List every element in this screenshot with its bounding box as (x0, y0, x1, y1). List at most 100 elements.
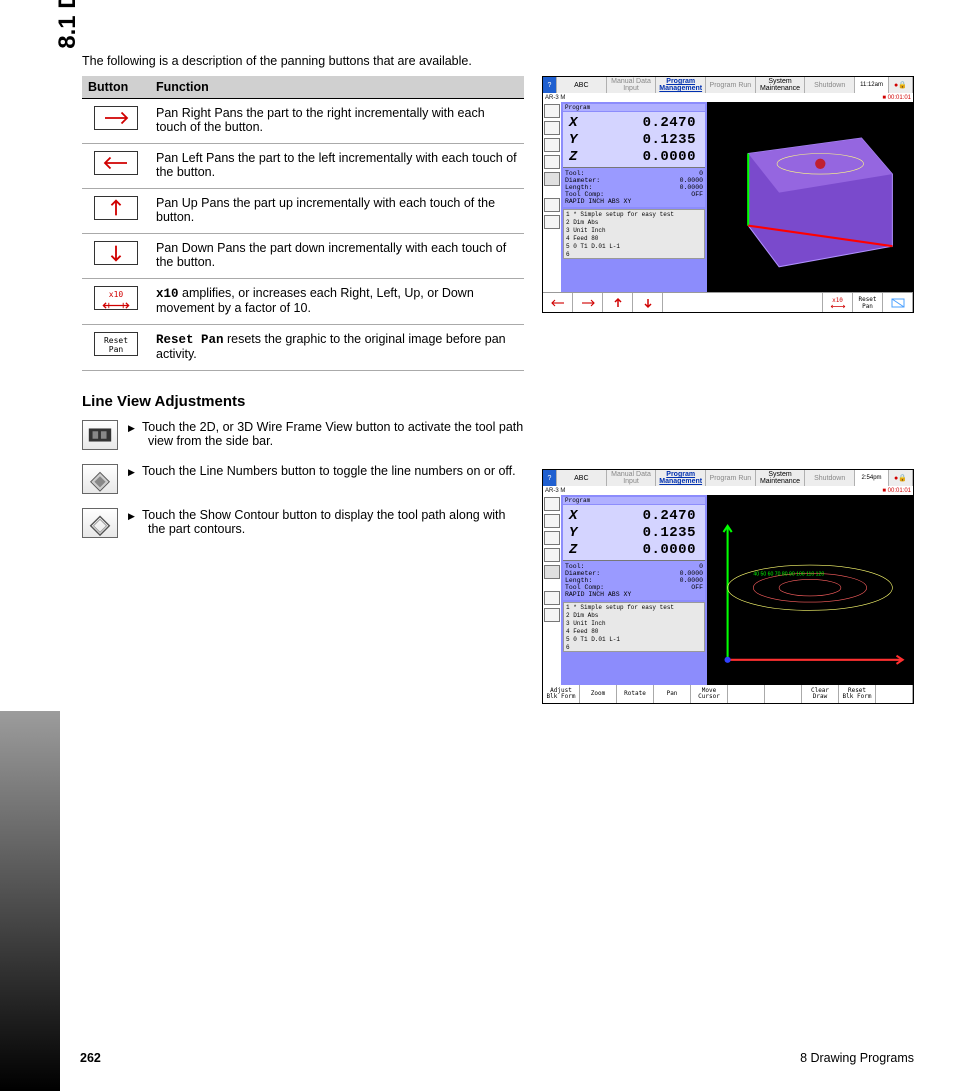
program-line: 5 0 T1 D.01 L-1 (566, 636, 702, 644)
top-tab[interactable]: System Maintenance (756, 470, 806, 486)
program-line: 4 Feed 80 (566, 628, 702, 636)
top-tab[interactable]: System Maintenance (756, 77, 806, 93)
model-label: AR-3 M (545, 488, 565, 494)
bottom-button[interactable]: Zoom (580, 685, 617, 703)
sidebar-icon[interactable] (544, 565, 560, 579)
sidebar-icon[interactable] (544, 531, 560, 545)
coord-row: Y0.1235 (569, 524, 702, 541)
line-view-heading: Line View Adjustments (82, 393, 524, 410)
top-tab[interactable]: Program Management (656, 470, 706, 486)
top-tab[interactable]: Shutdown (805, 470, 855, 486)
screenshot-wire-view: ?ABCManual Data InputProgram ManagementP… (542, 469, 914, 704)
wireframe-toggle[interactable] (883, 293, 913, 312)
sidebar-icon[interactable] (544, 172, 560, 186)
program-line: 6 (566, 251, 702, 259)
sidebar-icon[interactable] (544, 215, 560, 229)
bottom-button[interactable]: Pan (654, 685, 691, 703)
tool-row: Tool Comp:OFF (565, 191, 703, 198)
top-tab[interactable]: Manual Data Input (607, 77, 657, 93)
top-tab[interactable]: Manual Data Input (607, 470, 657, 486)
coord-row: X0.2470 (569, 114, 702, 131)
sidebar-icon[interactable] (544, 138, 560, 152)
footer-chapter: 8 Drawing Programs (800, 1051, 914, 1065)
program-line: 2 Dim Abs (566, 219, 702, 227)
top-tab[interactable]: Program Run (706, 77, 756, 93)
pan-reset-icon: ResetPan (94, 332, 138, 356)
sidebar-icon[interactable] (544, 608, 560, 622)
bottom-button (728, 685, 765, 703)
sidebar-icon[interactable] (544, 198, 560, 212)
lva-row: ▶Touch the Show Contour button to displa… (82, 508, 524, 540)
pan-x10-icon: x10 (94, 286, 138, 310)
program-line: 6 (566, 644, 702, 652)
pan-right-button[interactable] (573, 293, 603, 312)
pan-down-button[interactable] (633, 293, 663, 312)
program-title: Program (563, 104, 705, 111)
bottom-button (765, 685, 802, 703)
tool-row: Diameter:0.0000 (565, 570, 703, 577)
tool-row: Tool:0 (565, 563, 703, 570)
lva-row: ▶Touch the 2D, or 3D Wire Frame View but… (82, 420, 524, 452)
top-tab[interactable]: ABC (557, 470, 607, 486)
sidebar-icon[interactable] (544, 104, 560, 118)
pan-down-icon (94, 241, 138, 265)
clock: 2:54pm (855, 470, 889, 486)
lva-row: ▶Touch the Line Numbers button to toggle… (82, 464, 524, 496)
status-icons: ● 🔒 (889, 470, 913, 486)
sidebar-icon[interactable] (544, 155, 560, 169)
pan-x10-button[interactable]: x10 (823, 293, 853, 312)
bottom-button (876, 685, 913, 703)
bottom-button[interactable]: ClearDraw (802, 685, 839, 703)
table-row: Pan Up Pans the part up incrementally wi… (82, 189, 524, 234)
sidebar-icon[interactable] (544, 591, 560, 605)
help-button[interactable]: ? (543, 77, 557, 93)
lva-text: ▶Touch the Line Numbers button to toggle… (138, 464, 524, 478)
clock: 11:12am (855, 77, 889, 93)
program-title: Program (563, 497, 705, 504)
function-text: Pan Down Pans the part down incrementall… (150, 234, 524, 279)
top-tab[interactable]: ABC (557, 77, 607, 93)
function-text: x10 amplifies, or increases each Right, … (150, 279, 524, 325)
bottom-button[interactable]: Rotate (617, 685, 654, 703)
coord-row: Y0.1235 (569, 131, 702, 148)
help-button[interactable]: ? (543, 470, 557, 486)
status-icons: ● 🔒 (889, 77, 913, 93)
bottom-button[interactable]: ResetBlk Form (839, 685, 876, 703)
top-tab[interactable]: Program Management (656, 77, 706, 93)
program-line: 2 Dim Abs (566, 612, 702, 620)
screenshot-solid-view: ?ABCManual Data InputProgram ManagementP… (542, 76, 914, 313)
top-tab[interactable]: Program Run (706, 470, 756, 486)
top-tab[interactable]: Shutdown (805, 77, 855, 93)
bottom-button[interactable]: AdjustBlk Form (543, 685, 580, 703)
th-function: Function (150, 76, 524, 99)
contour-icon (82, 508, 118, 538)
sidebar-icon[interactable] (544, 121, 560, 135)
tool-row: Tool:0 (565, 170, 703, 177)
tool-mode-row: RAPID INCH ABS XY (565, 198, 703, 205)
pan-left-button[interactable] (543, 293, 573, 312)
section-side-label: 8.1 Draw (54, 0, 82, 150)
program-line: 4 Feed 80 (566, 235, 702, 243)
sidebar-icon[interactable] (544, 548, 560, 562)
function-text: Reset Pan resets the graphic to the orig… (150, 325, 524, 371)
tool-row: Diameter:0.0000 (565, 177, 703, 184)
sidebar-icon[interactable] (544, 497, 560, 511)
solid-3d-view (707, 102, 913, 287)
model-label: AR-3 M (545, 95, 565, 101)
program-line: 5 0 T1 D.01 L-1 (566, 243, 702, 251)
program-line: 1 * Simple setup for easy test (566, 211, 702, 219)
svg-text:40 50 60 70 80 90 100 110 120: 40 50 60 70 80 90 100 110 120 (753, 571, 824, 577)
coord-row: Z0.0000 (569, 148, 702, 165)
intro-text: The following is a description of the pa… (82, 54, 914, 68)
lva-text: ▶Touch the Show Contour button to displa… (138, 508, 524, 536)
program-line: 1 * Simple setup for easy test (566, 604, 702, 612)
program-line: 3 Unit Inch (566, 227, 702, 235)
tool-row: Tool Comp:OFF (565, 584, 703, 591)
program-line: 3 Unit Inch (566, 620, 702, 628)
bottom-button[interactable]: MoveCursor (691, 685, 728, 703)
pan-up-button[interactable] (603, 293, 633, 312)
reset-pan-button[interactable]: Reset Pan (853, 293, 883, 312)
2d-icon (82, 420, 118, 450)
sidebar-icon[interactable] (544, 514, 560, 528)
th-button: Button (82, 76, 150, 99)
